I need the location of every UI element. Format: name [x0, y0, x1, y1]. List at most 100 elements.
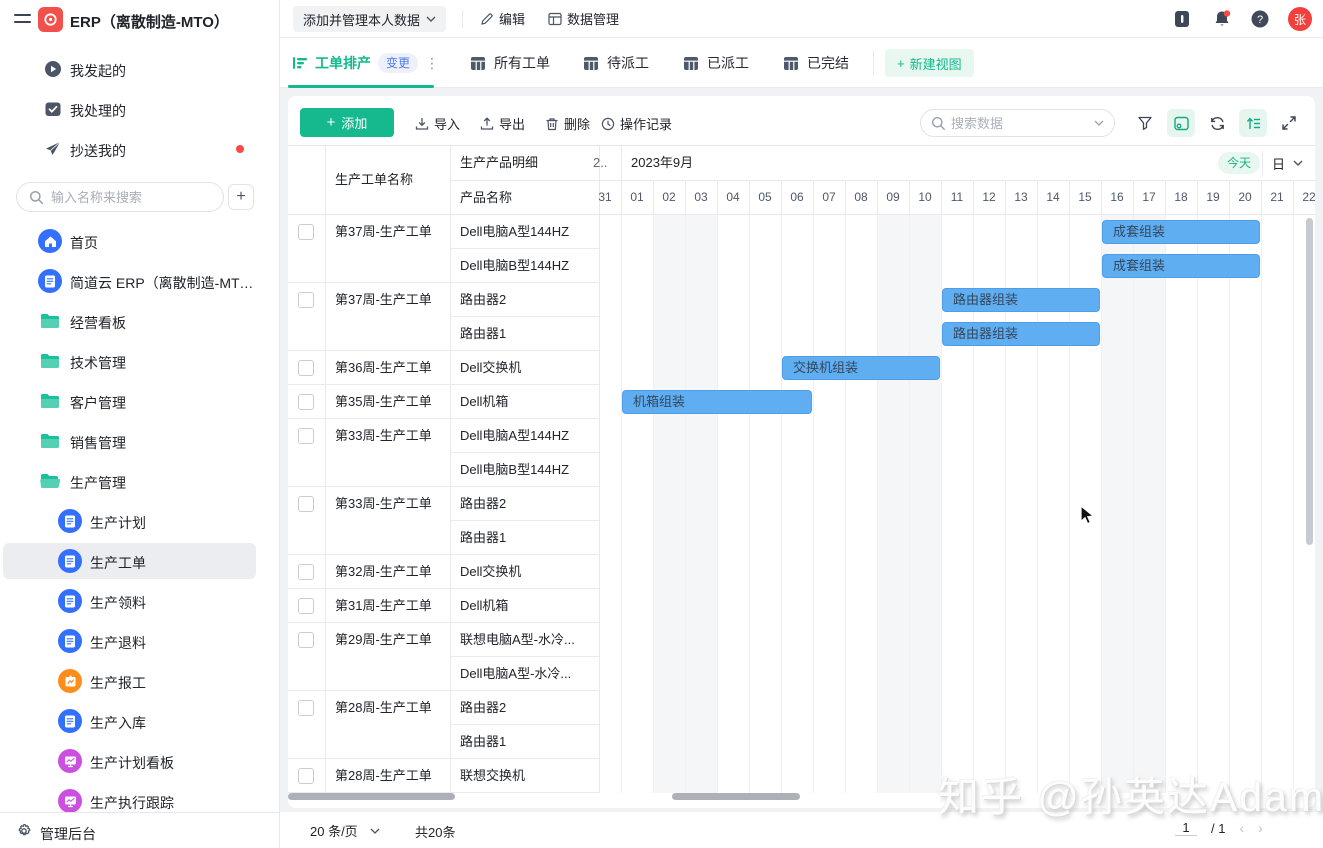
product-name-cell: Dell电脑A型144HZ: [460, 215, 596, 249]
sidebar-item-1[interactable]: 首页: [0, 221, 280, 261]
card-settings-button[interactable]: [1167, 109, 1195, 137]
edit-button[interactable]: 编辑: [480, 9, 525, 28]
tab-2[interactable]: 待派工: [583, 38, 649, 88]
tab-1[interactable]: 所有工单: [470, 38, 550, 88]
refresh-button[interactable]: [1203, 109, 1231, 137]
product-name-cell: 路由器2: [460, 487, 596, 521]
export-button[interactable]: 导出: [480, 114, 525, 133]
folder-icon: [38, 309, 62, 333]
page-size-select[interactable]: 20 条/页: [310, 821, 380, 840]
gantt-bar[interactable]: 路由器组装: [942, 322, 1100, 346]
gantt-bar[interactable]: 机箱组装: [622, 390, 812, 414]
card-settings-icon: [1173, 115, 1190, 132]
directory-icon[interactable]: [1172, 9, 1192, 29]
tab-gantt-view[interactable]: 工单排产 变更 ⋮: [293, 38, 439, 88]
gantt-bar[interactable]: 交换机组装: [782, 356, 940, 380]
row-checkbox[interactable]: [298, 598, 314, 614]
sidebar-item-6[interactable]: 销售管理: [0, 421, 280, 461]
sidebar-item-10[interactable]: 生产领料: [0, 581, 280, 621]
tab-label: 已完结: [807, 53, 849, 73]
data-search-input[interactable]: [951, 111, 1081, 135]
row-checkbox[interactable]: [298, 360, 314, 376]
quick-item-3[interactable]: 抄送我的: [0, 129, 280, 169]
app-logo-icon[interactable]: [38, 7, 63, 32]
gantt-bar[interactable]: 成套组装: [1102, 254, 1260, 278]
gantt-horizontal-scrollbar[interactable]: [672, 793, 800, 800]
order-name-cell: 第32周-生产工单: [335, 555, 445, 589]
sidebar-item-label: 生产入库: [90, 713, 146, 733]
sidebar-item-11[interactable]: 生产退料: [0, 621, 280, 661]
gantt-bar[interactable]: 成套组装: [1102, 220, 1260, 244]
sidebar-item-3[interactable]: 经营看板: [0, 301, 280, 341]
collapse-sidebar-icon[interactable]: [14, 12, 31, 26]
row-checkbox[interactable]: [298, 768, 314, 784]
play-icon: [44, 60, 62, 78]
tab-more-icon[interactable]: ⋮: [425, 55, 439, 72]
sidebar-item-label: 首页: [70, 233, 98, 253]
filter-icon: [1137, 115, 1153, 131]
next-page-button[interactable]: ›: [1258, 820, 1263, 836]
sidebar-item-13[interactable]: 生产入库: [0, 701, 280, 741]
row-checkbox[interactable]: [298, 700, 314, 716]
fullscreen-button[interactable]: [1275, 109, 1303, 137]
sidebar-item-label: 生产工单: [90, 553, 146, 573]
today-button[interactable]: 今天: [1218, 152, 1260, 174]
level-settings-button[interactable]: [1239, 109, 1267, 137]
delete-button[interactable]: 删除: [545, 114, 590, 133]
sidebar-item-4[interactable]: 技术管理: [0, 341, 280, 381]
gantt-bar[interactable]: 路由器组装: [942, 288, 1100, 312]
day-cell-border: [1101, 180, 1102, 215]
sort-level-icon: [1245, 115, 1262, 132]
tab-3[interactable]: 已派工: [683, 38, 749, 88]
day-header-cell: 11: [941, 180, 973, 215]
day-cell-border: [685, 180, 686, 215]
scope-selector[interactable]: 添加并管理本人数据: [293, 6, 446, 32]
sidebar-item-2[interactable]: 简道云 ERP（离散制造-MTO）…: [0, 261, 280, 301]
sidebar-item-5[interactable]: 客户管理: [0, 381, 280, 421]
quick-item-1[interactable]: 我发起的: [0, 49, 280, 89]
sidebar-item-7[interactable]: 生产管理: [0, 461, 280, 501]
row-checkbox[interactable]: [298, 564, 314, 580]
pagination: 1 / 1 ‹ ›: [1175, 820, 1263, 836]
user-avatar[interactable]: 张: [1288, 7, 1312, 31]
sidebar-search: [16, 182, 224, 212]
vertical-scrollbar[interactable]: [1306, 218, 1313, 545]
row-checkbox[interactable]: [298, 224, 314, 240]
chevron-down-icon[interactable]: [1094, 120, 1104, 126]
prev-day-label: 31: [589, 180, 621, 215]
row-checkbox[interactable]: [298, 394, 314, 410]
doc-icon: [58, 629, 82, 653]
sidebar-add-button[interactable]: +: [228, 184, 254, 210]
page-size-label: 20 条/页: [310, 821, 358, 840]
data-manage-button[interactable]: 数据管理: [548, 9, 619, 28]
sidebar-footer[interactable]: 管理后台: [0, 812, 279, 848]
row-checkbox[interactable]: [298, 632, 314, 648]
tab-4[interactable]: 已完结: [783, 38, 849, 88]
sidebar-item-8[interactable]: 生产计划: [0, 501, 280, 541]
table-horizontal-scrollbar[interactable]: [288, 793, 455, 800]
row-checkbox[interactable]: [298, 428, 314, 444]
quick-item-2[interactable]: 我处理的: [0, 89, 280, 129]
current-page-input[interactable]: 1: [1175, 820, 1197, 836]
add-button[interactable]: + 添加: [300, 108, 394, 137]
sidebar-item-9[interactable]: 生产工单: [0, 541, 280, 581]
notification-bell-icon[interactable]: [1212, 9, 1232, 29]
row-checkbox[interactable]: [298, 292, 314, 308]
help-icon[interactable]: ?: [1250, 9, 1270, 29]
day-gridline: [653, 215, 654, 793]
filter-button[interactable]: [1131, 109, 1159, 137]
sidebar-search-input[interactable]: [51, 184, 216, 210]
sidebar-item-12[interactable]: 生产报工: [0, 661, 280, 701]
day-cell-border: [877, 180, 878, 215]
import-button[interactable]: 导入: [415, 114, 460, 133]
day-cell-border: [1293, 180, 1294, 215]
new-view-button[interactable]: + 新建视图: [885, 49, 974, 77]
sidebar-item-14[interactable]: 生产计划看板: [0, 741, 280, 781]
day-cell-border: [973, 180, 974, 215]
prev-page-button[interactable]: ‹: [1239, 820, 1244, 836]
granularity-select[interactable]: 日: [1272, 151, 1303, 175]
chevron-down-icon: [1293, 160, 1303, 166]
history-button[interactable]: 操作记录: [601, 114, 672, 133]
row-checkbox[interactable]: [298, 496, 314, 512]
sidebar-header: ERP（离散制造-MTO）: [0, 0, 279, 40]
